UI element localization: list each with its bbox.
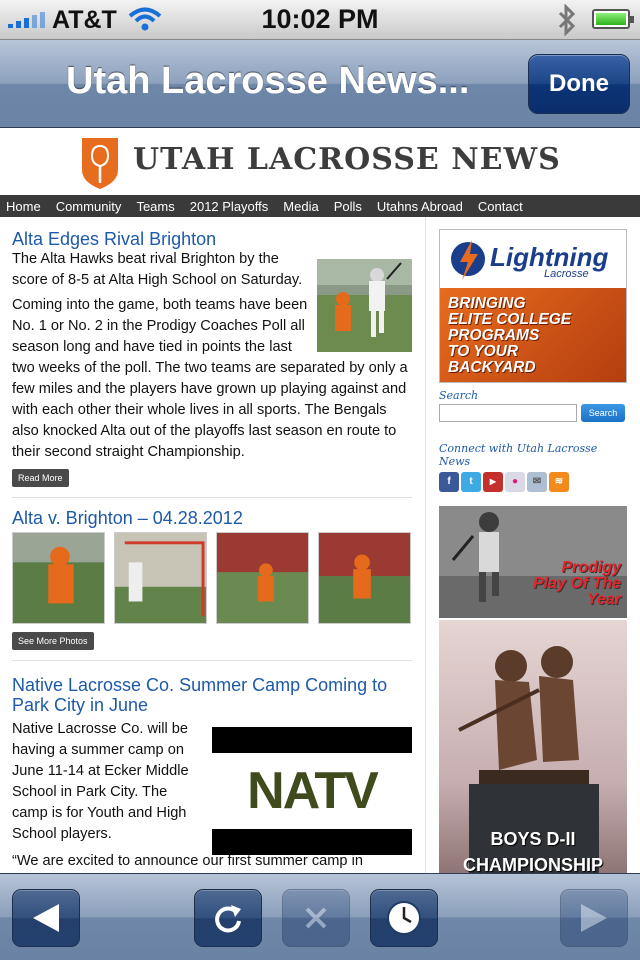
site-header: UTAH LACROSSE NEWS [0,128,640,194]
site-menu: Home Community Teams 2012 Playoffs Media… [0,195,640,217]
natv-logo-text: NATV [247,762,379,820]
menu-item-2012-playoffs[interactable]: 2012 Playoffs [190,199,269,214]
post-photo[interactable] [317,259,412,352]
lacrosse-shield-logo-icon[interactable] [80,136,120,190]
menu-item-contact[interactable]: Contact [478,199,523,214]
search-input[interactable] [439,404,577,422]
stop-icon [305,907,327,929]
social-links: f t ▶ ● ✉ ≋ [439,472,629,492]
status-bar: AT&T 10:02 PM [0,0,640,40]
forward-button[interactable] [560,889,628,947]
promo-text: BOYS D-II CHAMPIONSHIP [462,829,603,873]
site-name[interactable]: UTAH LACROSSE NEWS [133,142,561,177]
menu-item-polls[interactable]: Polls [334,199,362,214]
divider [12,497,412,498]
post-title-link[interactable]: Native Lacrosse Co. Summer Camp Coming t… [12,675,412,715]
bluetooth-icon [558,4,576,36]
ad-tagline: BRINGING ELITE COLLEGE PROGRAMS TO YOUR … [448,295,572,376]
menu-item-home[interactable]: Home [6,199,41,214]
email-icon[interactable]: ✉ [527,472,547,492]
post: Alta v. Brighton – 04.28.2012 See More P… [12,508,412,661]
history-button[interactable] [370,889,438,947]
web-content[interactable]: Alta Edges Rival Brighton The Alta Hawks… [0,217,640,873]
done-button[interactable]: Done [528,54,630,114]
gallery-photo[interactable] [12,532,105,624]
lightning-lacrosse-ad[interactable]: Lightning Lacrosse BRINGING ELITE COLLEG… [439,229,627,383]
search-button[interactable]: Search [581,404,625,422]
search-form: Search [439,404,629,422]
navigation-bar: Utah Lacrosse News... Done [0,40,640,128]
menu-item-teams[interactable]: Teams [136,199,174,214]
main-column: Alta Edges Rival Brighton The Alta Hawks… [12,217,412,872]
gallery-photo[interactable] [318,532,411,624]
post-title-link[interactable]: Alta v. Brighton – 04.28.2012 [12,508,412,528]
forward-arrow-icon [581,904,607,932]
rss-icon[interactable]: ≋ [549,472,569,492]
sidebar-divider [425,217,426,873]
menu-item-utahns-abroad[interactable]: Utahns Abroad [377,199,463,214]
gallery-photo[interactable] [114,532,207,624]
photo-gallery [12,532,412,624]
back-button[interactable] [12,889,80,947]
read-more-button[interactable]: Read More [12,469,69,487]
post: Alta Edges Rival Brighton The Alta Hawks… [12,229,412,498]
reload-button[interactable] [194,889,262,947]
sidebar: Lightning Lacrosse BRINGING ELITE COLLEG… [439,229,629,873]
gallery-photo[interactable] [216,532,309,624]
back-arrow-icon [33,904,59,932]
flickr-icon[interactable]: ● [505,472,525,492]
youtube-icon[interactable]: ▶ [483,472,503,492]
history-clock-icon [387,901,421,935]
post-photo[interactable]: NATV [212,727,412,855]
post: Native Lacrosse Co. Summer Camp Coming t… [12,675,412,872]
see-more-photos-button[interactable]: See More Photos [12,632,94,650]
stop-button[interactable] [282,889,350,947]
connect-label: Connect with Utah Lacrosse News [439,442,598,468]
post-title-link[interactable]: Alta Edges Rival Brighton [12,229,412,249]
menu-item-media[interactable]: Media [283,199,318,214]
browser-toolbar [0,873,640,960]
status-time: 10:02 PM [261,4,379,34]
facebook-icon[interactable]: f [439,472,459,492]
reload-icon [215,905,241,933]
battery-icon [592,9,634,29]
lightning-bolt-icon [451,240,485,280]
divider [12,660,412,661]
boys-d2-championship-promo[interactable]: BOYS D-II CHAMPIONSHIP [439,620,627,873]
twitter-icon[interactable]: t [461,472,481,492]
search-label: Search [439,389,479,402]
menu-item-community[interactable]: Community [56,199,122,214]
promo-text: Prodigy Play Of The Year [532,559,621,608]
page-title: Utah Lacrosse News... [66,60,470,102]
prodigy-play-of-the-year-promo[interactable]: Prodigy Play Of The Year [439,506,627,618]
ad-brand-sub: Lacrosse [544,268,589,280]
